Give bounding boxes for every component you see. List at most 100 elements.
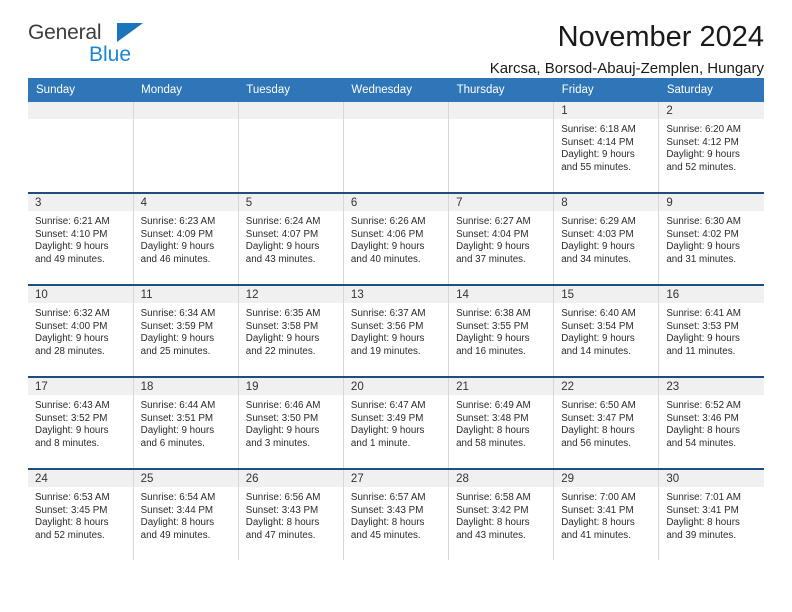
generalblue-logo[interactable]: General Blue	[28, 22, 168, 72]
calendar-day-cell[interactable]: 6 Sunrise: 6:26 AM Sunset: 4:06 PM Daylight…	[343, 192, 450, 285]
title-block: November 2024 Karcsa, Borsod-Abauj-Zempl…	[168, 22, 764, 78]
calendar-day-cell[interactable]: 29 Sunrise: 7:00 AM Sunset: 3:41 PM Dayligh…	[553, 468, 660, 560]
daylight-duration-line1: Daylight: 8 hours	[140, 517, 215, 529]
daylight-duration-line1: Daylight: 8 hours	[561, 517, 635, 529]
day-details: Sunrise: 6:44 AM Sunset: 3:51 PM Daylight:…	[134, 395, 238, 450]
sunrise-time: Sunrise: 6:44 AM	[140, 400, 216, 411]
calendar-day-cell[interactable]: 18 Sunrise: 6:44 AM Sunset: 3:51 PM Dayligh…	[133, 376, 239, 469]
calendar-day-cell[interactable]: 28 Sunrise: 6:58 AM Sunset: 3:42 PM Dayligh…	[448, 468, 555, 560]
calendar-day-cell[interactable]: 15 Sunrise: 6:40 AM Sunset: 3:54 PM Dayligh…	[553, 284, 660, 377]
daylight-duration-line1: Daylight: 9 hours	[666, 149, 740, 161]
calendar-day-cell[interactable]: 16 Sunrise: 6:41 AM Sunset: 3:53 PM Dayligh…	[658, 284, 764, 377]
calendar-day-cell[interactable]: 11 Sunrise: 6:34 AM Sunset: 3:59 PM Dayligh…	[133, 284, 239, 377]
daylight-duration-line1: Daylight: 8 hours	[245, 517, 320, 529]
daylight-duration-line2: and 43 minutes.	[245, 253, 316, 265]
calendar-day-cell[interactable]: 17 Sunrise: 6:43 AM Sunset: 3:52 PM Dayligh…	[28, 376, 134, 469]
calendar-day-cell-empty	[343, 102, 450, 193]
day-details: Sunrise: 6:23 AM Sunset: 4:09 PM Daylight:…	[134, 211, 238, 266]
calendar-day-cell[interactable]: 22 Sunrise: 6:50 AM Sunset: 3:47 PM Dayligh…	[553, 376, 660, 469]
calendar-day-cell[interactable]: 25 Sunrise: 6:54 AM Sunset: 3:44 PM Dayligh…	[133, 468, 239, 560]
day-details: Sunrise: 6:27 AM Sunset: 4:04 PM Daylight:…	[449, 211, 553, 266]
day-details: Sunrise: 7:00 AM Sunset: 3:41 PM Daylight:…	[554, 487, 658, 542]
sunrise-time: Sunrise: 6:52 AM	[666, 400, 741, 411]
daylight-duration-line1: Daylight: 9 hours	[140, 333, 215, 345]
sunset-time: Sunset: 3:42 PM	[456, 504, 529, 516]
calendar-day-cell[interactable]: 8 Sunrise: 6:29 AM Sunset: 4:03 PM Daylight…	[553, 192, 660, 285]
calendar-day-cell[interactable]: 14 Sunrise: 6:38 AM Sunset: 3:55 PM Dayligh…	[448, 284, 555, 377]
calendar-day-cell[interactable]: 7 Sunrise: 6:27 AM Sunset: 4:04 PM Daylight…	[448, 192, 555, 285]
sunset-time: Sunset: 3:41 PM	[666, 504, 739, 516]
calendar-day-cell[interactable]: 5 Sunrise: 6:24 AM Sunset: 4:07 PM Daylight…	[238, 192, 344, 285]
calendar-day-cell[interactable]: 26 Sunrise: 6:56 AM Sunset: 3:43 PM Dayligh…	[238, 468, 344, 560]
daylight-duration-line1: Daylight: 9 hours	[245, 241, 320, 253]
weekday-header-tuesday: Tuesday	[238, 78, 344, 102]
calendar-day-cell[interactable]: 3 Sunrise: 6:21 AM Sunset: 4:10 PM Daylight…	[28, 192, 134, 285]
sunrise-time: Sunrise: 6:18 AM	[561, 124, 636, 135]
calendar-week-row: 17 Sunrise: 6:43 AM Sunset: 3:52 PM Dayligh…	[28, 376, 764, 469]
weekday-header-monday: Monday	[133, 78, 239, 102]
daylight-duration-line1: Daylight: 8 hours	[35, 517, 109, 529]
day-number: 21	[449, 378, 554, 395]
weekday-header-friday: Friday	[553, 78, 659, 102]
calendar-day-cell[interactable]: 24 Sunrise: 6:53 AM Sunset: 3:45 PM Dayligh…	[28, 468, 134, 560]
day-details: Sunrise: 6:30 AM Sunset: 4:02 PM Daylight:…	[659, 211, 764, 266]
sunset-time: Sunset: 4:10 PM	[35, 228, 108, 240]
daylight-duration-line1: Daylight: 8 hours	[561, 425, 635, 437]
day-number: 6	[343, 194, 449, 211]
day-number: 29	[554, 470, 659, 487]
sunrise-time: Sunrise: 6:54 AM	[140, 492, 216, 503]
daylight-duration-line2: and 56 minutes.	[561, 437, 631, 449]
daylight-duration-line1: Daylight: 9 hours	[456, 333, 530, 345]
sunset-time: Sunset: 3:47 PM	[561, 412, 634, 424]
sunrise-time: Sunrise: 6:34 AM	[140, 308, 216, 319]
sunset-time: Sunset: 3:51 PM	[140, 412, 214, 424]
daylight-duration-line2: and 54 minutes.	[666, 437, 737, 449]
location-subtitle: Karcsa, Borsod-Abauj-Zemplen, Hungary	[489, 60, 764, 78]
calendar-day-cell[interactable]: 23 Sunrise: 6:52 AM Sunset: 3:46 PM Dayligh…	[658, 376, 764, 469]
sunrise-time: Sunrise: 6:20 AM	[666, 124, 741, 135]
daylight-duration-line1: Daylight: 9 hours	[245, 333, 320, 345]
sunset-time: Sunset: 4:09 PM	[140, 228, 214, 240]
calendar-day-cell[interactable]: 2 Sunrise: 6:20 AM Sunset: 4:12 PM Daylight…	[658, 102, 764, 193]
day-number: 25	[133, 470, 238, 487]
day-number: 22	[554, 378, 659, 395]
weekday-header-saturday: Saturday	[658, 78, 764, 102]
day-details: Sunrise: 6:56 AM Sunset: 3:43 PM Daylight:…	[239, 487, 343, 542]
daylight-duration-line2: and 8 minutes.	[35, 437, 100, 449]
daylight-duration-line2: and 25 minutes.	[140, 345, 211, 357]
sunset-time: Sunset: 3:49 PM	[350, 412, 424, 424]
daylight-duration-line1: Daylight: 9 hours	[35, 333, 109, 345]
calendar-day-cell[interactable]: 12 Sunrise: 6:35 AM Sunset: 3:58 PM Dayligh…	[238, 284, 344, 377]
calendar-day-cell[interactable]: 10 Sunrise: 6:32 AM Sunset: 4:00 PM Dayligh…	[28, 284, 134, 377]
calendar-day-cell[interactable]: 4 Sunrise: 6:23 AM Sunset: 4:09 PM Daylight…	[133, 192, 239, 285]
sunrise-time: Sunrise: 6:40 AM	[561, 308, 636, 319]
calendar-day-cell[interactable]: 13 Sunrise: 6:37 AM Sunset: 3:56 PM Dayligh…	[343, 284, 450, 377]
calendar-day-cell[interactable]: 21 Sunrise: 6:49 AM Sunset: 3:48 PM Dayligh…	[448, 376, 555, 469]
day-details: Sunrise: 6:43 AM Sunset: 3:52 PM Daylight:…	[28, 395, 133, 450]
daylight-duration-line2: and 47 minutes.	[245, 529, 316, 541]
day-number: 3	[28, 194, 133, 211]
sunrise-time: Sunrise: 7:01 AM	[666, 492, 741, 503]
weekday-header-sunday: Sunday	[28, 78, 134, 102]
daylight-duration-line1: Daylight: 8 hours	[666, 425, 740, 437]
daylight-duration-line1: Daylight: 9 hours	[666, 333, 740, 345]
day-details: Sunrise: 6:20 AM Sunset: 4:12 PM Daylight:…	[659, 119, 764, 174]
sunrise-time: Sunrise: 6:53 AM	[35, 492, 110, 503]
calendar-day-cell[interactable]: 30 Sunrise: 7:01 AM Sunset: 3:41 PM Dayligh…	[658, 468, 764, 560]
daylight-duration-line1: Daylight: 9 hours	[666, 241, 740, 253]
sunrise-time: Sunrise: 6:38 AM	[456, 308, 531, 319]
calendar-day-cell[interactable]: 19 Sunrise: 6:46 AM Sunset: 3:50 PM Dayligh…	[238, 376, 344, 469]
sunset-time: Sunset: 4:14 PM	[561, 136, 634, 148]
calendar-day-cell[interactable]: 20 Sunrise: 6:47 AM Sunset: 3:49 PM Dayligh…	[343, 376, 450, 469]
day-number: 9	[659, 194, 764, 211]
day-number: 15	[554, 286, 659, 303]
calendar-day-cell[interactable]: 1 Sunrise: 6:18 AM Sunset: 4:14 PM Daylight…	[553, 102, 660, 193]
daylight-duration-line2: and 28 minutes.	[35, 345, 105, 357]
sunset-time: Sunset: 4:03 PM	[561, 228, 634, 240]
calendar-week-row: 10 Sunrise: 6:32 AM Sunset: 4:00 PM Dayligh…	[28, 284, 764, 377]
calendar-day-cell[interactable]: 9 Sunrise: 6:30 AM Sunset: 4:02 PM Daylight…	[658, 192, 764, 285]
daylight-duration-line1: Daylight: 9 hours	[140, 241, 215, 253]
daylight-duration-line1: Daylight: 9 hours	[35, 241, 109, 253]
calendar-day-cell[interactable]: 27 Sunrise: 6:57 AM Sunset: 3:43 PM Dayligh…	[343, 468, 450, 560]
sunrise-time: Sunrise: 7:00 AM	[561, 492, 636, 503]
